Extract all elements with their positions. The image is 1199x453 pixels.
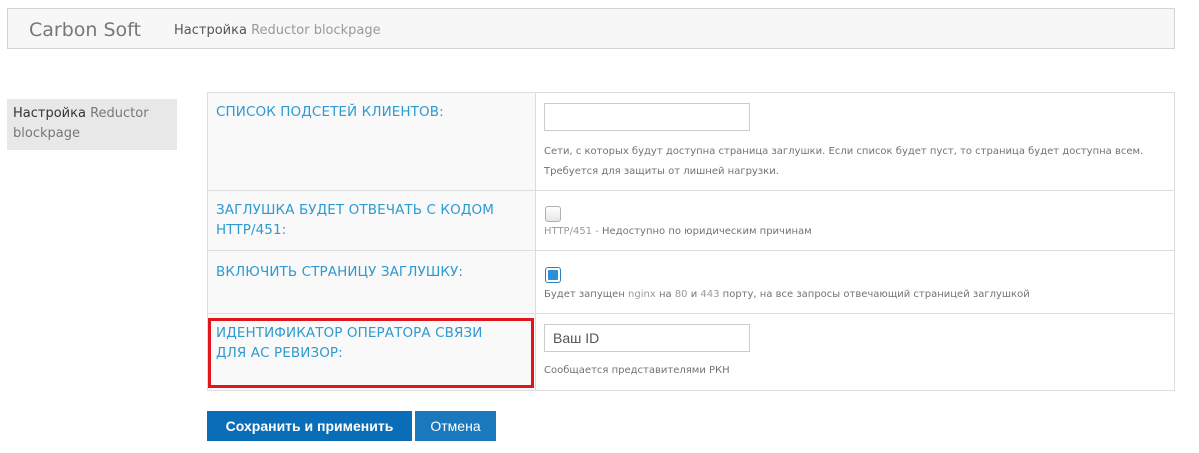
client-subnets-help: Сети, с которых будут доступна страница … [544, 146, 1144, 157]
form-label-cell: СПИСОК ПОДСЕТЕЙ КЛИЕНТОВ: [208, 93, 536, 190]
settings-form: СПИСОК ПОДСЕТЕЙ КЛИЕНТОВ: Сети, с которы… [207, 92, 1175, 391]
form-label-cell: ИДЕНТИФИКАТОР ОПЕРАТОРА СВЯЗИ ДЛЯ АС РЕВ… [208, 314, 536, 390]
sidebar-item-label: Настройка [13, 106, 86, 121]
enable-blockpage-help: Будет запущен nginx на 80 и 443 порту, н… [544, 285, 1030, 305]
http451-checkbox[interactable] [545, 206, 561, 222]
save-apply-button[interactable]: Сохранить и применить [207, 411, 412, 441]
breadcrumb-section[interactable]: Настройка [174, 23, 247, 38]
help-nginx: nginx [628, 289, 656, 300]
enable-blockpage-label: ВКЛЮЧИТЬ СТРАНИЦУ ЗАГЛУШКУ: [216, 264, 464, 280]
brand-logo[interactable]: Carbon Soft [29, 19, 141, 41]
help-port-443: 443 [700, 289, 720, 300]
form-row-http451: ЗАГЛУШКА БУДЕТ ОТВЕЧАТЬ С КОДОМ HTTP/451… [208, 191, 1174, 251]
form-value-cell: Сообщается представителями РКН [536, 314, 1174, 390]
enable-blockpage-checkbox[interactable] [545, 267, 561, 283]
help-text-part: порту, на все запросы отвечающий страниц… [719, 289, 1030, 300]
breadcrumb-page: Reductor blockpage [251, 23, 381, 38]
help-port-80: 80 [674, 289, 688, 300]
client-subnets-label: СПИСОК ПОДСЕТЕЙ КЛИЕНТОВ: [216, 104, 444, 120]
form-row-client-subnets: СПИСОК ПОДСЕТЕЙ КЛИЕНТОВ: Сети, с которы… [208, 93, 1174, 191]
http451-help: HTTP/451 - Недоступно по юридическим при… [544, 222, 812, 242]
help-text-part: Будет запущен [544, 289, 629, 300]
client-subnets-input[interactable] [544, 103, 750, 131]
http451-label: ЗАГЛУШКА БУДЕТ ОТВЕЧАТЬ С КОДОМ HTTP/451… [216, 202, 494, 238]
form-value-cell: Будет запущен nginx на 80 и 443 порту, н… [536, 251, 1174, 313]
http451-help-text: Недоступно по юридическим причинам [598, 226, 812, 237]
http451-help-code: HTTP/451 - [544, 226, 599, 237]
client-subnets-help-2: Требуется для защиты от лишней нагрузки. [544, 166, 779, 177]
cancel-button[interactable]: Отмена [415, 411, 496, 441]
form-label-cell: ВКЛЮЧИТЬ СТРАНИЦУ ЗАГЛУШКУ: [208, 251, 536, 313]
form-value-cell: HTTP/451 - Недоступно по юридическим при… [536, 191, 1174, 250]
operator-id-input[interactable] [544, 324, 750, 352]
operator-id-help: Сообщается представителями РКН [544, 365, 730, 376]
form-label-cell: ЗАГЛУШКА БУДЕТ ОТВЕЧАТЬ С КОДОМ HTTP/451… [208, 191, 536, 250]
breadcrumb: Настройка Reductor blockpage [174, 23, 381, 39]
help-text-part: на [655, 289, 675, 300]
form-row-enable-blockpage: ВКЛЮЧИТЬ СТРАНИЦУ ЗАГЛУШКУ: Будет запуще… [208, 251, 1174, 314]
sidebar-item-reductor-blockpage[interactable]: Настройка Reductor blockpage [7, 99, 177, 150]
form-value-cell: Сети, с которых будут доступна страница … [536, 93, 1174, 190]
top-navbar: Carbon Soft Настройка Reductor blockpage [7, 8, 1175, 49]
help-text-part: и [687, 289, 701, 300]
operator-id-label: ИДЕНТИФИКАТОР ОПЕРАТОРА СВЯЗИ ДЛЯ АС РЕВ… [216, 325, 483, 361]
form-row-operator-id: ИДЕНТИФИКАТОР ОПЕРАТОРА СВЯЗИ ДЛЯ АС РЕВ… [208, 314, 1174, 390]
